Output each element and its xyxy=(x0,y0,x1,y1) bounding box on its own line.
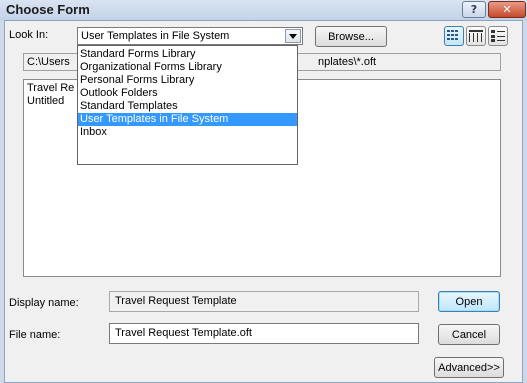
file-name-field[interactable]: Travel Request Template.oft xyxy=(109,323,419,344)
open-button[interactable]: Open xyxy=(438,291,500,312)
close-button[interactable]: ✕ xyxy=(488,1,526,18)
file-name-value: Travel Request Template.oft xyxy=(115,327,252,339)
dropdown-item-personal-forms-library[interactable]: Personal Forms Library xyxy=(78,74,297,87)
display-name-label: Display name: xyxy=(9,297,79,309)
title-bar[interactable]: Choose Form ? ✕ xyxy=(0,0,527,20)
dialog-body: Look In: User Templates in File System B… xyxy=(4,20,523,383)
look-in-combo[interactable]: User Templates in File System xyxy=(77,27,303,45)
path-right-text: nplates\*.oft xyxy=(318,56,377,68)
display-name-field: Travel Request Template xyxy=(109,291,419,312)
dropdown-item-standard-templates[interactable]: Standard Templates xyxy=(78,100,297,113)
file-name-label: File name: xyxy=(9,329,61,341)
help-button[interactable]: ? xyxy=(462,1,486,18)
dropdown-item-organizational-forms-library[interactable]: Organizational Forms Library xyxy=(78,61,297,74)
dropdown-item-user-templates-in-file-system[interactable]: User Templates in File System xyxy=(78,113,297,126)
look-in-label: Look In: xyxy=(9,29,49,41)
details-view-icon[interactable] xyxy=(466,26,486,46)
display-name-value: Travel Request Template xyxy=(115,295,237,307)
chevron-down-icon[interactable] xyxy=(285,29,301,43)
properties-view-icon[interactable] xyxy=(488,26,508,46)
choose-form-window: Choose Form ? ✕ Look In: User Templates … xyxy=(0,0,527,383)
window-title: Choose Form xyxy=(6,2,90,17)
look-in-value: User Templates in File System xyxy=(81,30,230,42)
browse-button[interactable]: Browse... xyxy=(315,26,387,47)
list-view-icon[interactable] xyxy=(444,26,464,46)
advanced-button[interactable]: Advanced>> xyxy=(434,357,504,378)
dropdown-item-outlook-folders[interactable]: Outlook Folders xyxy=(78,87,297,100)
dropdown-item-inbox[interactable]: Inbox xyxy=(78,126,297,139)
list-item[interactable]: Travel Re xyxy=(27,82,74,94)
list-item[interactable]: Untitled xyxy=(27,95,64,107)
look-in-dropdown-list[interactable]: Standard Forms Library Organizational Fo… xyxy=(77,45,298,165)
dropdown-item-standard-forms-library[interactable]: Standard Forms Library xyxy=(78,48,297,61)
path-left-text: C:\Users xyxy=(27,56,70,68)
cancel-button[interactable]: Cancel xyxy=(438,324,500,345)
